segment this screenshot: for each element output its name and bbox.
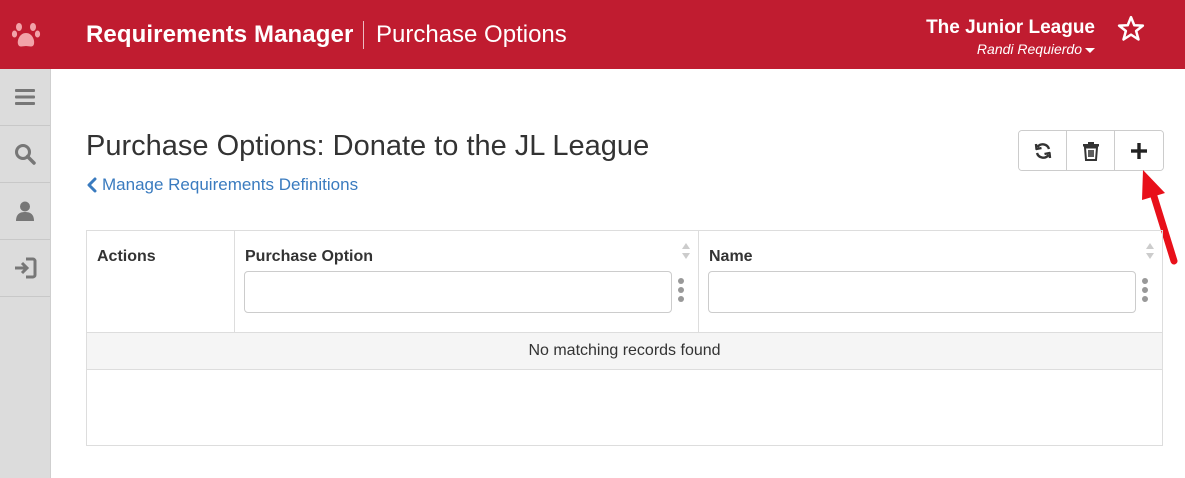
app-title[interactable]: Requirements Manager: [86, 21, 353, 49]
menu-icon: [15, 89, 35, 105]
purchase-option-filter-input[interactable]: [244, 271, 672, 313]
logout-icon: [15, 257, 37, 279]
kebab-menu-icon[interactable]: [1141, 277, 1149, 303]
name-filter-input[interactable]: [708, 271, 1136, 313]
user-name: Randi Requierdo: [976, 41, 1082, 57]
trash-icon: [1082, 141, 1099, 161]
sidebar-item-search[interactable]: [0, 126, 50, 183]
toolbar-button-group: [1018, 130, 1164, 171]
sidebar-item-menu[interactable]: [0, 69, 50, 126]
column-label-name: Name: [709, 248, 753, 265]
top-navbar: Requirements Manager Purchase Options Th…: [0, 0, 1185, 69]
delete-button[interactable]: [1067, 131, 1115, 170]
kebab-menu-icon[interactable]: [677, 277, 685, 303]
sort-icon[interactable]: [681, 241, 691, 261]
back-link-label: Manage Requirements Definitions: [102, 175, 359, 194]
chevron-left-icon: [87, 177, 97, 193]
section-title: Purchase Options: [376, 21, 567, 48]
back-link[interactable]: Manage Requirements Definitions: [86, 175, 358, 195]
plus-icon: [1131, 142, 1147, 159]
refresh-icon: [1034, 142, 1051, 159]
empty-table-message: No matching records found: [87, 333, 1162, 370]
column-header-actions: Actions: [87, 231, 235, 332]
sidebar: [0, 69, 51, 478]
user-icon: [16, 201, 34, 221]
sort-icon[interactable]: [1145, 241, 1155, 261]
column-header-name[interactable]: Name: [699, 231, 1162, 332]
search-icon: [15, 144, 36, 165]
table-header: Actions Purchase Option Name: [87, 231, 1162, 333]
column-label-actions: Actions: [97, 248, 156, 265]
caret-down-icon: [1085, 47, 1095, 53]
refresh-button[interactable]: [1019, 131, 1067, 170]
sidebar-item-user[interactable]: [0, 183, 50, 240]
purchase-options-table: Actions Purchase Option Name No matching…: [86, 230, 1163, 446]
paw-icon[interactable]: [0, 0, 51, 69]
title-divider: [363, 21, 364, 49]
user-menu-dropdown[interactable]: Randi Requierdo: [977, 41, 1095, 57]
star-icon[interactable]: [1116, 14, 1146, 44]
column-label-purchase-option: Purchase Option: [245, 248, 374, 265]
page-title: Purchase Options: Donate to the JL Leagu…: [86, 130, 650, 162]
column-header-purchase-option[interactable]: Purchase Option: [235, 231, 699, 332]
org-name: The Junior League: [926, 17, 1095, 38]
sidebar-item-logout[interactable]: [0, 240, 50, 297]
add-button[interactable]: [1115, 131, 1163, 170]
